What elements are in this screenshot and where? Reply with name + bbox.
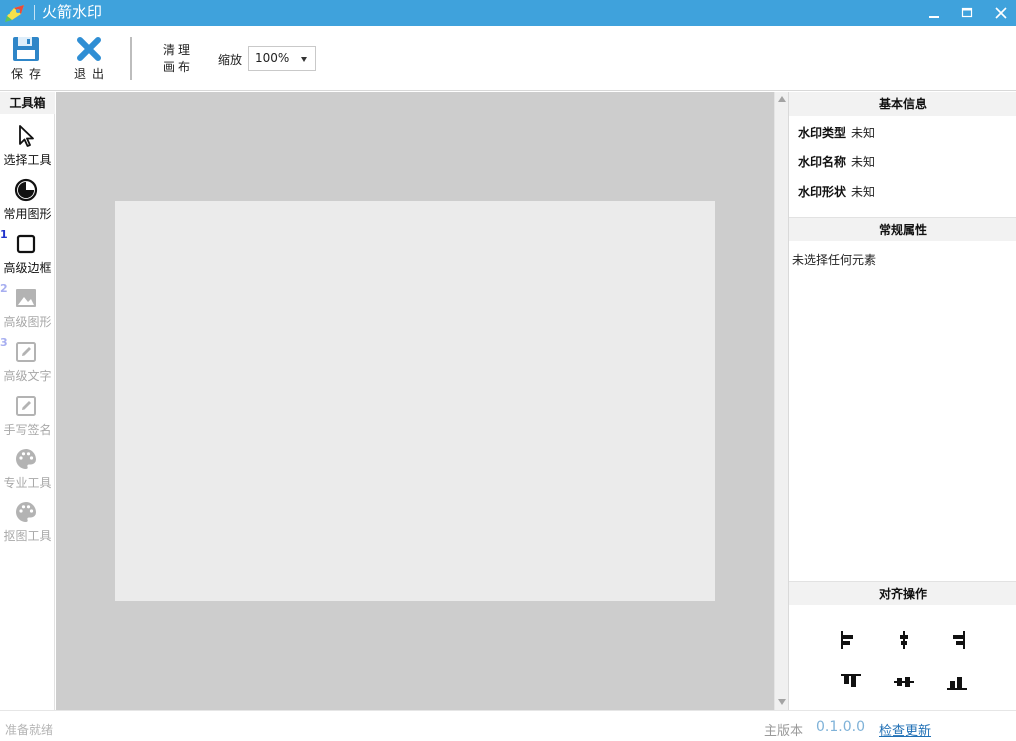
tool-label: 高级边框: [3, 261, 52, 275]
palette-icon: [16, 502, 36, 522]
align-header: 对齐操作: [789, 581, 1016, 605]
toolbar-divider: [130, 37, 132, 80]
info-row-type: 水印类型 未知: [798, 124, 875, 141]
clear-label-line1: 清理: [163, 43, 194, 57]
info-row-shape: 水印形状 未知: [798, 183, 875, 200]
minimize-button[interactable]: [917, 0, 951, 26]
title-bar: 火箭水印: [0, 0, 1016, 26]
align-top-icon[interactable]: [839, 670, 863, 694]
info-key: 水印形状: [798, 185, 847, 199]
align-middle-vertical-icon[interactable]: [892, 670, 916, 694]
rocket-logo-icon: [5, 5, 24, 22]
save-disk-icon: [13, 37, 39, 61]
tool-cutout[interactable]: 抠图工具: [0, 500, 55, 552]
maximize-icon: [961, 7, 973, 18]
exit-button[interactable]: 退出: [67, 36, 111, 88]
tool-number: 1: [0, 228, 8, 241]
canvas-vertical-scrollbar[interactable]: [774, 92, 788, 710]
version-value: 0.1.0.0: [816, 719, 865, 735]
align-bottom-icon[interactable]: [945, 670, 969, 694]
tool-label: 常用图形: [3, 207, 52, 221]
check-update-link[interactable]: 检查更新: [879, 720, 931, 739]
status-bar: 准备就绪 主版本 0.1.0.0 检查更新: [0, 710, 1016, 741]
general-props-header: 常规属性: [789, 217, 1016, 241]
edit-text-icon: [16, 342, 36, 362]
zoom-label: 缩放: [218, 53, 243, 67]
version-label: 主版本: [764, 724, 804, 739]
image-icon: [16, 289, 36, 307]
cursor-arrow-icon: [19, 125, 34, 147]
tool-common-shapes[interactable]: 常用图形: [0, 178, 55, 230]
tool-label: 高级文字: [3, 369, 52, 383]
toolbox-title: 工具箱: [0, 92, 55, 114]
clear-canvas-button[interactable]: 清理 画布: [163, 42, 195, 76]
align-right-icon[interactable]: [945, 628, 969, 652]
canvas-board[interactable]: [115, 201, 715, 601]
info-row-name: 水印名称 未知: [798, 153, 875, 170]
title-separator: [34, 5, 35, 20]
tool-label: 抠图工具: [3, 529, 52, 543]
info-key: 水印名称: [798, 155, 847, 169]
tool-label: 高级图形: [3, 315, 52, 329]
chevron-down-icon: [301, 57, 307, 62]
maximize-button[interactable]: [950, 0, 984, 26]
toolbar: 保存 退出 清理 画布 缩放 100%: [0, 26, 1016, 91]
zoom-select[interactable]: 100%: [248, 46, 316, 71]
tool-number: 3: [0, 336, 8, 349]
info-value: 未知: [851, 126, 876, 140]
close-button[interactable]: [984, 0, 1016, 26]
basic-info-header: 基本信息: [789, 92, 1016, 116]
scroll-down-icon[interactable]: [778, 699, 786, 705]
properties-panel: 基本信息 水印类型 未知 水印名称 未知 水印形状 未知 常规属性 未选择任何元素 对…: [788, 92, 1016, 710]
tool-professional[interactable]: 专业工具: [0, 447, 55, 499]
toolbox: 工具箱 选择工具 常用图形 1 高级边框 2 高级图形 3 高级文字 手写签名 …: [0, 92, 55, 710]
close-icon: [995, 7, 1007, 19]
no-selection-text: 未选择任何元素: [792, 253, 877, 267]
tool-signature[interactable]: 手写签名: [0, 394, 55, 446]
save-button[interactable]: 保存: [4, 36, 48, 88]
tool-label: 手写签名: [3, 423, 52, 437]
exit-x-icon: [77, 37, 101, 61]
clear-label-line2: 画布: [163, 60, 194, 74]
info-value: 未知: [851, 155, 876, 169]
status-text: 准备就绪: [5, 723, 54, 737]
scroll-up-icon[interactable]: [778, 96, 786, 102]
info-key: 水印类型: [798, 126, 847, 140]
save-label: 保存: [10, 67, 47, 81]
tool-select[interactable]: 选择工具: [0, 124, 55, 176]
align-center-horizontal-icon[interactable]: [892, 628, 916, 652]
info-value: 未知: [851, 185, 876, 199]
app-title: 火箭水印: [42, 3, 103, 21]
canvas-area[interactable]: [56, 92, 774, 710]
signature-pen-icon: [16, 396, 36, 416]
minimize-icon: [929, 16, 939, 18]
zoom-value: 100%: [255, 51, 290, 65]
tool-advanced-text[interactable]: 3 高级文字: [0, 336, 55, 392]
tool-advanced-image[interactable]: 2 高级图形: [0, 282, 55, 338]
align-left-icon[interactable]: [837, 628, 861, 652]
square-border-icon: [16, 234, 36, 254]
palette-icon: [16, 449, 36, 469]
shape-circle-icon: [14, 178, 38, 202]
exit-label: 退出: [73, 67, 110, 81]
tool-number: 2: [0, 282, 8, 295]
tool-advanced-border[interactable]: 1 高级边框: [0, 228, 55, 284]
tool-label: 专业工具: [3, 476, 52, 490]
tool-label: 选择工具: [3, 153, 52, 167]
